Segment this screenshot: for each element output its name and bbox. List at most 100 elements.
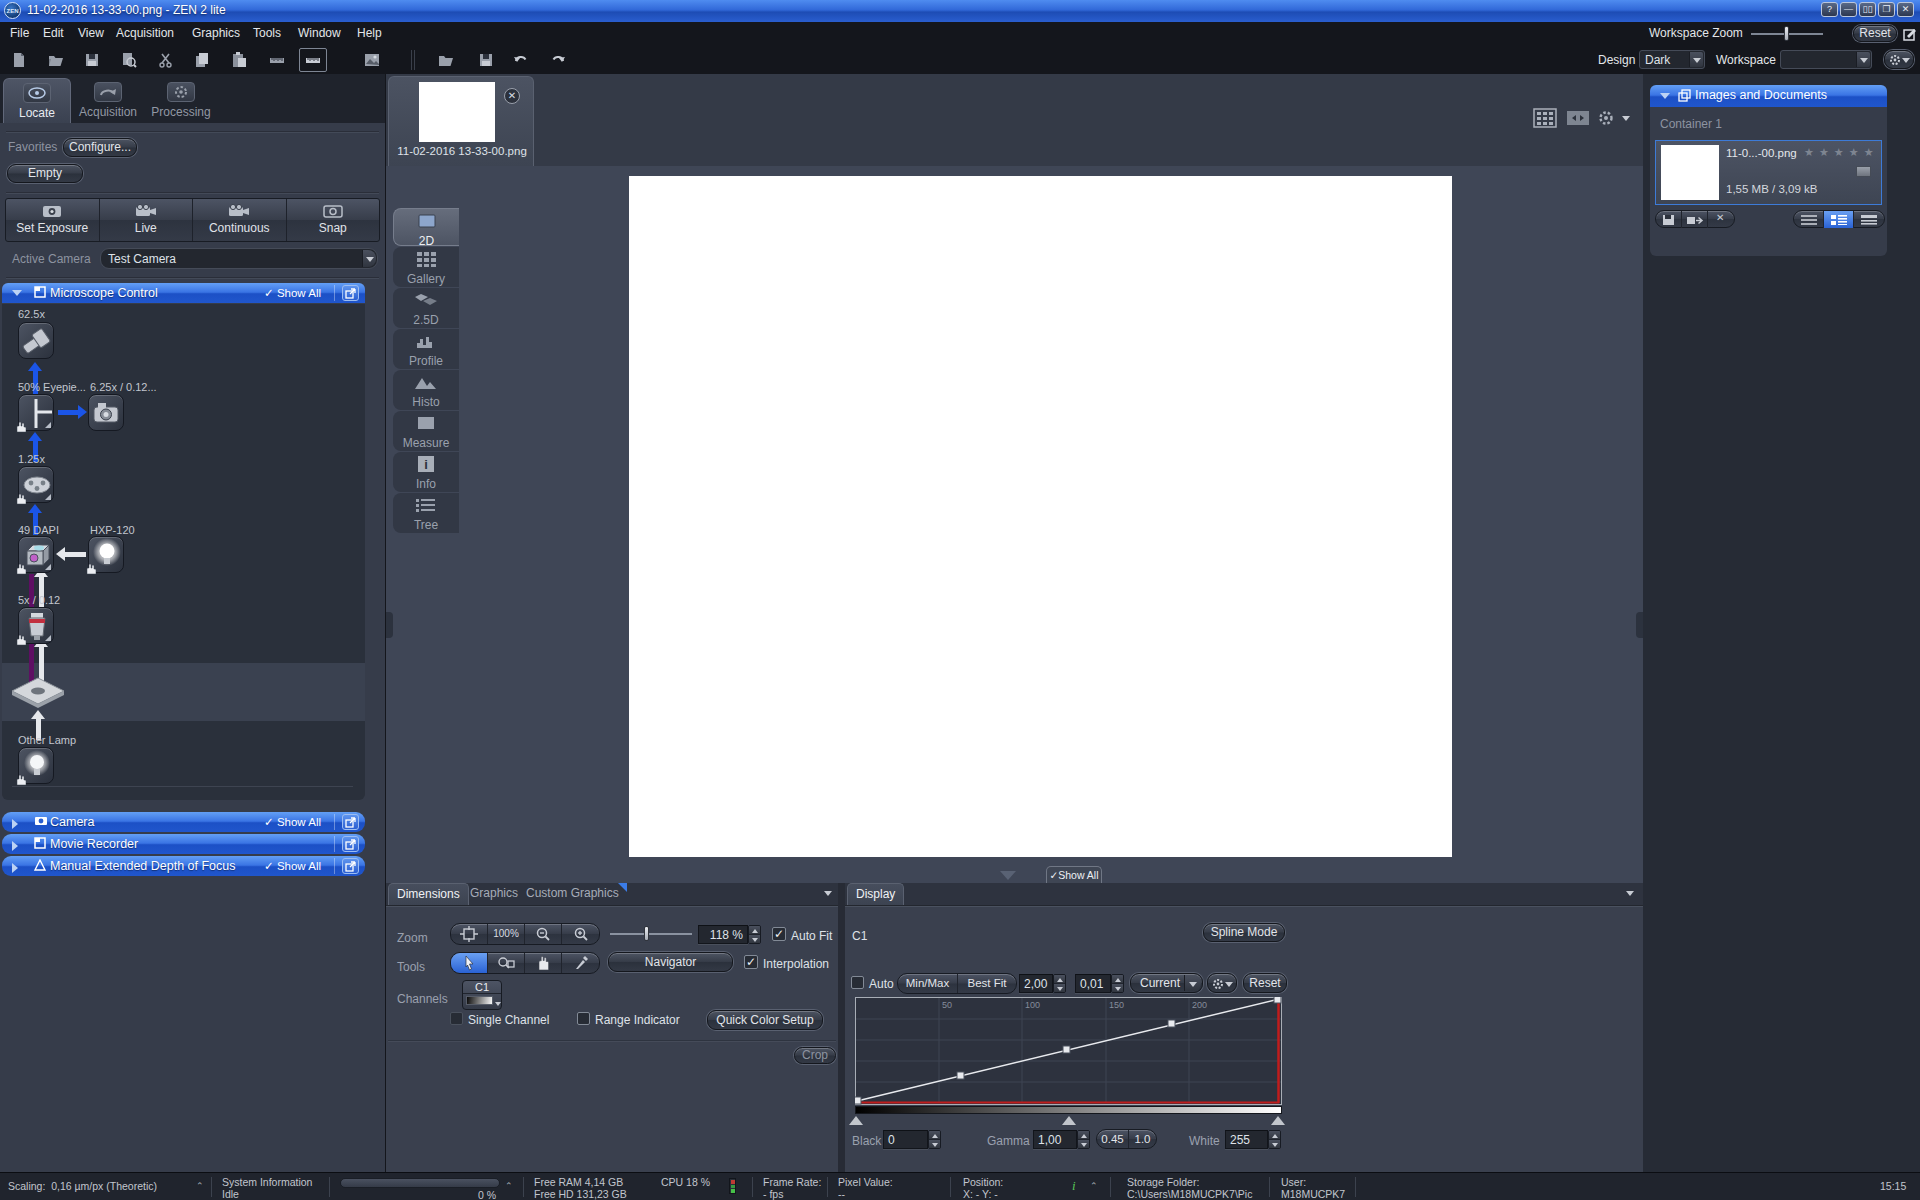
menu-tools[interactable]: Tools [253,26,281,40]
display-gear-button[interactable] [1207,973,1237,993]
export-item-button[interactable] [1682,211,1708,228]
current-select[interactable]: Current [1130,973,1203,993]
undock-icon[interactable] [342,836,359,852]
spline-mode-button[interactable]: Spline Mode [1203,923,1285,942]
white-point-marker[interactable] [1271,1116,1285,1125]
design-select[interactable]: Dark [1639,50,1705,69]
show-all-microscope[interactable]: ✓ Show All [264,286,321,300]
zoom-region-tool-button[interactable] [488,953,525,973]
snap-button[interactable]: Snap [287,199,380,241]
zoom-fit-button[interactable] [451,924,488,944]
active-camera-select[interactable]: Test Camera [100,248,378,269]
paste-icon[interactable] [230,51,248,69]
print-preview-icon[interactable] [120,51,138,69]
collapse-bottom-caret[interactable] [1000,871,1016,880]
cut-icon[interactable] [157,51,175,69]
scaling-toggle-icon[interactable] [299,48,327,72]
zoom-out-button[interactable] [525,924,562,944]
dual-monitor-button[interactable]: ▯▯ [1859,2,1876,17]
zoom-slider[interactable] [610,933,692,935]
tab-display[interactable]: Display [847,883,904,905]
tab-dimensions[interactable]: Dimensions [388,883,469,905]
bestfit-value1-spinner[interactable] [1053,974,1066,993]
black-point-marker[interactable] [849,1116,863,1125]
menu-window[interactable]: Window [298,26,341,40]
pan-tool-button[interactable] [525,953,562,973]
container-gear-icon[interactable] [1598,110,1614,130]
color-picker-tool-button[interactable] [562,953,599,973]
empty-button[interactable]: Empty [7,164,83,183]
tab-locate[interactable]: Locate [3,78,71,123]
gamma-marker[interactable] [1062,1116,1076,1125]
image-item-checkbox[interactable] [1856,166,1871,177]
reset-button[interactable]: Reset [1243,973,1287,993]
menu-graphics[interactable]: Graphics [192,26,240,40]
workspace-caret[interactable] [1856,52,1870,67]
show-all-camera[interactable]: ✓ Show All [264,815,321,829]
best-fit-button[interactable]: Best Fit [958,974,1016,993]
help-button[interactable]: ? [1821,2,1838,17]
details-view-button[interactable] [1824,211,1854,228]
configure-button[interactable]: Configure... [63,138,137,157]
gamma-045-button[interactable]: 0.45 [1097,1130,1129,1148]
tab-acquisition[interactable]: Acquisition [73,78,143,123]
white-value-field[interactable]: 255 [1225,1130,1268,1149]
live-button[interactable]: Live [100,199,194,241]
edit-workspace-icon[interactable] [1903,27,1917,41]
close-button[interactable]: ✕ [1897,2,1914,17]
node-reflector[interactable] [18,536,54,573]
undock-icon[interactable] [342,858,359,874]
bestfit-value1-field[interactable]: 2,00 [1019,974,1053,993]
node-eyepiece[interactable] [18,394,54,431]
save-item-button[interactable] [1656,211,1682,228]
redo-icon[interactable] [549,51,567,69]
workspace-zoom-reset-button[interactable]: Reset [1853,25,1897,42]
scaling-expand-chevron[interactable]: ⌃ [196,1181,204,1191]
view-tab-info[interactable]: iInfo [393,452,459,492]
progress-expand-chevron[interactable]: ⌃ [505,1181,513,1191]
tab-processing[interactable]: Processing [145,78,217,123]
min-max-button[interactable]: Min/Max [898,974,958,993]
collapse-right-panel-handle[interactable] [1636,612,1643,638]
tab-custom-graphics[interactable]: Custom Graphics [518,883,627,905]
section-microscope-control[interactable]: Microscope Control ✓ Show All [2,283,365,303]
zoom-value-spinner[interactable] [748,925,761,944]
ruler-icon[interactable] [268,51,286,69]
single-channel-checkbox[interactable] [450,1012,463,1025]
save-image-icon[interactable] [477,51,495,69]
view-tab-tree[interactable]: Tree [393,493,459,533]
expand-arrow-icon[interactable] [12,863,18,873]
undo-icon[interactable] [512,51,530,69]
image-icon[interactable] [363,51,381,69]
continuous-button[interactable]: Continuous [193,199,287,241]
undock-icon[interactable] [342,814,359,830]
workspace-gear-button[interactable] [1884,50,1914,69]
view-tab-gallery[interactable]: Gallery [393,247,459,287]
view-tab-profile[interactable]: Profile [393,329,459,369]
show-all-controls-tab[interactable]: ✓Show All [1046,866,1102,883]
stage-icon[interactable] [10,676,66,710]
info-expand-chevron[interactable]: ⌃ [1090,1181,1098,1191]
node-optovar[interactable] [18,466,54,503]
show-all-edf[interactable]: ✓ Show All [264,859,321,873]
interpolation-checkbox[interactable]: ✓ [744,955,758,969]
copy-icon[interactable] [193,51,211,69]
node-other-lamp[interactable] [18,747,54,784]
panel-options-caret[interactable] [824,891,832,896]
workspace-select[interactable] [1780,50,1872,69]
image-item-rating[interactable]: ★ ★ ★ ★ ★ [1804,146,1875,159]
section-camera[interactable]: Camera ✓ Show All [2,812,365,832]
display-curve-chart[interactable]: 50 100 150 200 [855,997,1282,1105]
menu-file[interactable]: File [10,26,29,40]
workspace-zoom-slider-handle[interactable] [1784,26,1789,41]
list-view-button[interactable] [1794,211,1824,228]
set-exposure-button[interactable]: Set Exposure [6,199,100,241]
collapse-left-panel-handle[interactable] [386,612,393,638]
image-list-item[interactable]: 11-0...-00.png ★ ★ ★ ★ ★ 1,55 MB / 3,09 … [1655,140,1882,205]
tab-graphics[interactable]: Graphics [462,883,526,905]
info-indicator[interactable]: i [1072,1178,1076,1194]
open-file-icon[interactable] [47,51,65,69]
close-document-icon[interactable]: ✕ [504,88,520,104]
gamma-spinner[interactable] [1077,1130,1090,1149]
white-spinner[interactable] [1268,1130,1281,1149]
